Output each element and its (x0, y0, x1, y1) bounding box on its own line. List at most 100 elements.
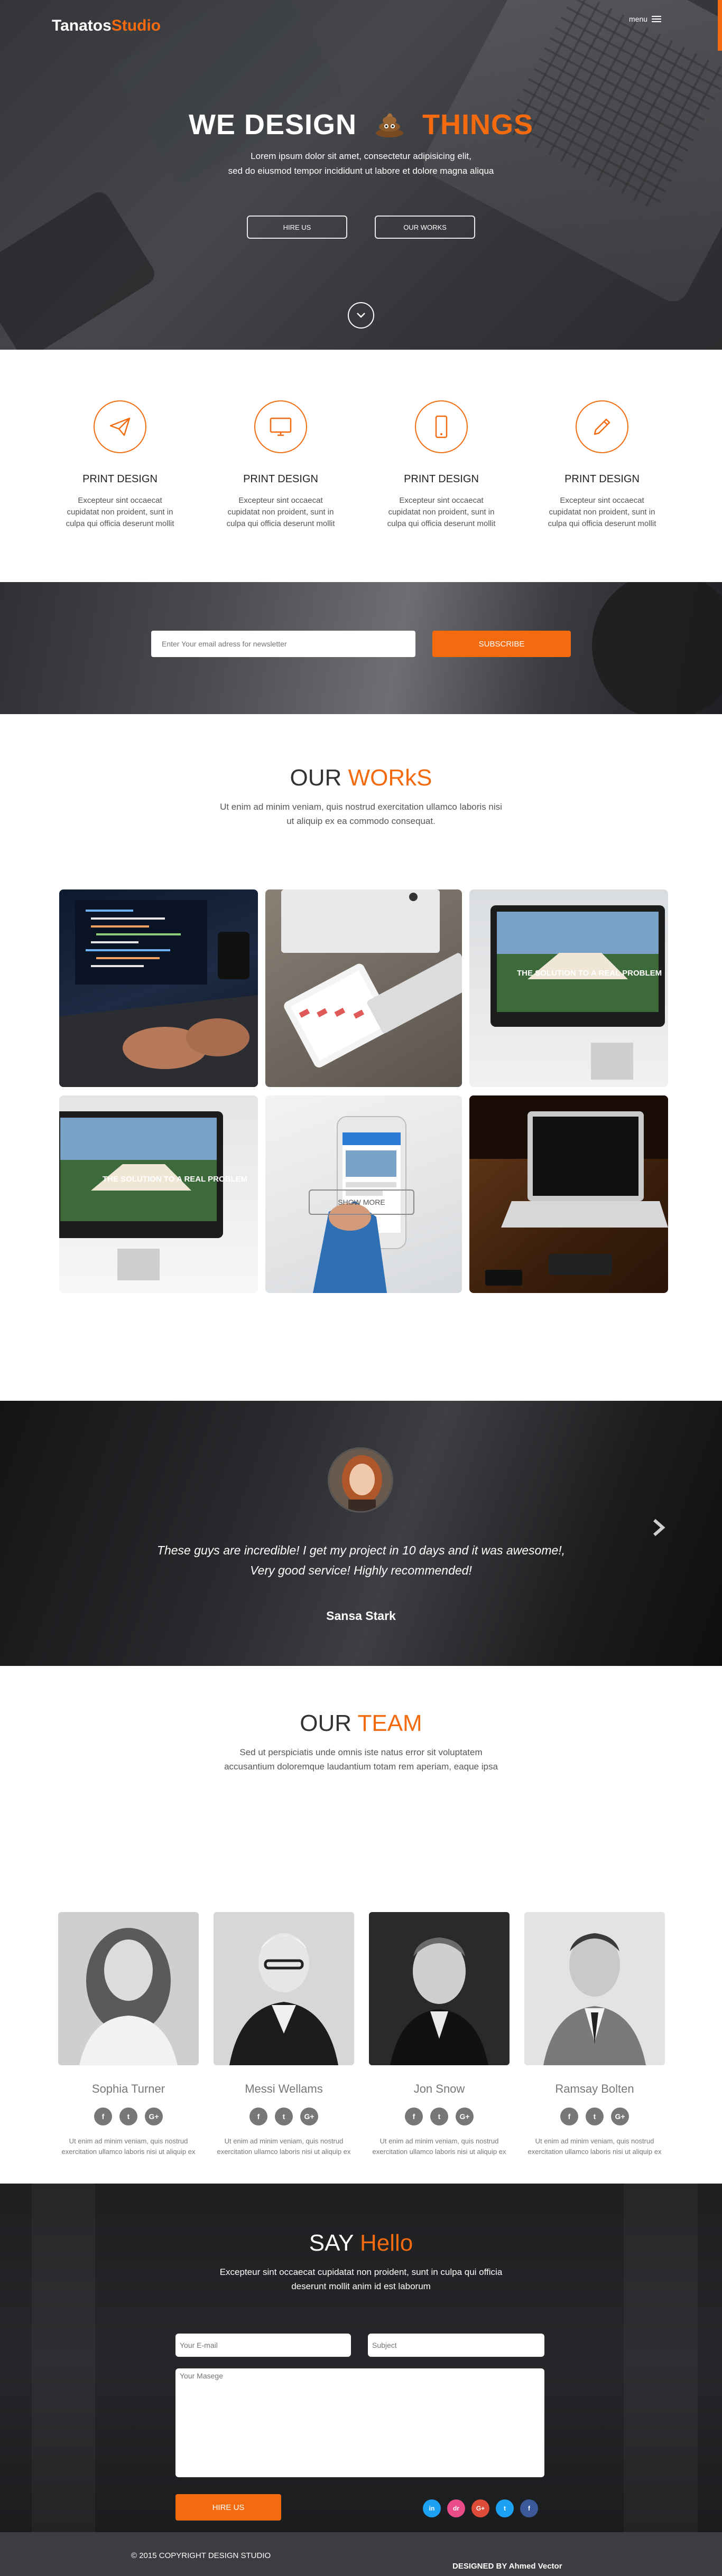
hero-section: TanatosStudio menu WE DESIGN THINGS Lore… (0, 0, 722, 350)
accent-edge-bar (718, 0, 722, 51)
hero-title: WE DESIGN THINGS (188, 109, 534, 140)
hire-us-button[interactable]: HIRE US (247, 216, 347, 239)
works-section: OUR WORkS Ut enim ad minim veniam, quis … (0, 714, 722, 1401)
testimonial-avatar (328, 1447, 393, 1513)
team-section: OUR TEAM Sed ut perspiciatis unde omnis … (0, 1666, 722, 2184)
service-title: PRINT DESIGN (404, 473, 479, 485)
services-section: PRINT DESIGN Excepteur sint occaecat cupi… (0, 350, 722, 582)
site-footer: © 2015 COPYRIGHT DESIGN STUDIO DESIGNED … (0, 2532, 722, 2576)
mobile-icon (415, 400, 468, 453)
scroll-down-button[interactable] (348, 302, 374, 329)
next-testimonial-button[interactable] (651, 1517, 667, 1538)
member-bio: Ut enim ad minim veniam, quis nostrud exe… (217, 2137, 351, 2156)
team-member: Jon Snow f t G+ Ut enim ad minim veniam,… (369, 1912, 510, 2157)
member-photo (58, 1912, 199, 2065)
laptop-on-desk-image (469, 1095, 668, 1286)
contact-social-links: in dr G+ t f (423, 2499, 538, 2517)
dribbble-icon[interactable]: dr (447, 2499, 465, 2517)
facebook-icon[interactable]: f (405, 2107, 423, 2125)
subscribe-button[interactable]: SUBSCRIBE (432, 631, 571, 657)
newsletter-email-input[interactable] (151, 631, 415, 657)
hamburger-icon (652, 16, 662, 22)
chevron-right-icon (653, 1519, 665, 1537)
message-field[interactable] (175, 2368, 544, 2477)
twitter-icon[interactable]: t (119, 2107, 137, 2125)
service-card: PRINT DESIGN Excepteur sint occaecat cupi… (62, 400, 178, 582)
designed-by-text: DESIGNED BY Ahmed Vector (452, 2562, 562, 2571)
team-title: OUR TEAM (300, 1710, 422, 1736)
pencil-icon (576, 400, 628, 453)
google-plus-icon[interactable]: G+ (300, 2107, 318, 2125)
monitor-icon (254, 400, 307, 453)
facebook-icon[interactable]: f (520, 2499, 538, 2517)
instagram-icon[interactable]: in (423, 2499, 441, 2517)
portfolio-item[interactable]: THE SOLUTION TO A REAL PROBLEM (469, 889, 668, 1087)
service-text: Excepteur sint occaecat cupidatat non pro… (548, 496, 656, 528)
contact-subtitle: Excepteur sint occaecat cupidatat non pr… (219, 2267, 503, 2291)
newsletter-section: SUBSCRIBE (0, 582, 722, 714)
member-photo (524, 1912, 665, 2065)
service-text: Excepteur sint occaecat cupidatat non pro… (66, 496, 174, 528)
email-field[interactable] (175, 2334, 351, 2357)
imac-website-image (59, 1111, 223, 1280)
works-title: OUR WORkS (290, 765, 432, 791)
twitter-icon[interactable]: t (586, 2107, 604, 2125)
chevron-down-icon (357, 313, 365, 318)
paper-plane-icon (94, 400, 146, 453)
laptop-code-image (59, 900, 258, 1087)
show-more-button[interactable]: SHOW MORE (309, 1189, 414, 1215)
desk-devices-image (281, 889, 462, 1068)
tile-caption: THE SOLUTION TO A REAL PROBLEM (517, 969, 662, 978)
tile-caption: THE SOLUTION TO A REAL PROBLEM (103, 1175, 248, 1184)
member-bio: Ut enim ad minim veniam, quis nostrud exe… (372, 2137, 506, 2156)
portfolio-item[interactable] (265, 889, 462, 1087)
team-members: Sophia Turner f t G+ Ut enim ad minim ve… (58, 1912, 665, 2157)
team-member: Messi Wellams f t G+ Ut enim ad minim ve… (214, 1912, 354, 2157)
service-title: PRINT DESIGN (243, 473, 318, 485)
member-name: Jon Snow (413, 2082, 465, 2095)
member-bio: Ut enim ad minim veniam, quis nostrud exe… (527, 2137, 662, 2156)
team-subtitle: Sed ut perspiciatis unde omnis iste natu… (224, 1747, 498, 1772)
portfolio-item[interactable] (59, 889, 258, 1087)
google-plus-icon[interactable]: G+ (471, 2499, 489, 2517)
facebook-icon[interactable]: f (249, 2107, 267, 2125)
hire-us-submit-button[interactable]: HIRE US (175, 2494, 281, 2521)
member-name: Sophia Turner (91, 2082, 165, 2095)
member-photo (369, 1912, 510, 2065)
hero-subtitle: Lorem ipsum dolor sit amet, consectetur … (228, 151, 494, 176)
twitter-icon[interactable]: t (275, 2107, 293, 2125)
brand-logo[interactable]: TanatosStudio (52, 17, 161, 35)
portfolio-item[interactable] (469, 1095, 668, 1293)
service-card: PRINT DESIGN Excepteur sint occaecat cupi… (223, 400, 339, 582)
testimonial-quote: These guys are incredible! I get my proj… (156, 1543, 566, 1577)
our-works-button[interactable]: OUR WORKS (375, 216, 475, 239)
menu-label: menu (629, 15, 648, 23)
subject-field[interactable] (368, 2334, 544, 2357)
twitter-icon[interactable]: t (430, 2107, 448, 2125)
service-card: PRINT DESIGN Excepteur sint occaecat cupi… (544, 400, 660, 582)
facebook-icon[interactable]: f (94, 2107, 112, 2125)
member-name: Ramsay Bolten (555, 2082, 634, 2095)
testimonial-section: These guys are incredible! I get my proj… (0, 1401, 722, 1666)
member-bio: Ut enim ad minim veniam, quis nostrud exe… (61, 2137, 196, 2156)
service-text: Excepteur sint occaecat cupidatat non pro… (387, 496, 496, 528)
facebook-icon[interactable]: f (560, 2107, 578, 2125)
service-title: PRINT DESIGN (564, 473, 640, 485)
team-member: Ramsay Bolten f t G+ Ut enim ad minim ve… (524, 1912, 665, 2157)
imac-website-image (490, 905, 665, 1080)
menu-button[interactable]: menu (629, 15, 662, 23)
google-plus-icon[interactable]: G+ (611, 2107, 629, 2125)
member-name: Messi Wellams (245, 2082, 323, 2095)
google-plus-icon[interactable]: G+ (145, 2107, 163, 2125)
works-subtitle: Ut enim ad minim veniam, quis nostrud ex… (220, 802, 502, 826)
poo-emoji-icon (375, 110, 404, 137)
twitter-icon[interactable]: t (496, 2499, 514, 2517)
service-card: PRINT DESIGN Excepteur sint occaecat cupi… (383, 400, 499, 582)
portfolio-item[interactable]: THE SOLUTION TO A REAL PROBLEM (59, 1095, 258, 1293)
service-text: Excepteur sint occaecat cupidatat non pro… (226, 496, 335, 528)
service-title: PRINT DESIGN (82, 473, 158, 485)
google-plus-icon[interactable]: G+ (456, 2107, 474, 2125)
portfolio-grid: THE SOLUTION TO A REAL PROBLEM THE SOLUT… (59, 889, 668, 1293)
testimonial-author: Sansa Stark (326, 1609, 396, 1623)
contact-title: SAY Hello (309, 2230, 413, 2256)
